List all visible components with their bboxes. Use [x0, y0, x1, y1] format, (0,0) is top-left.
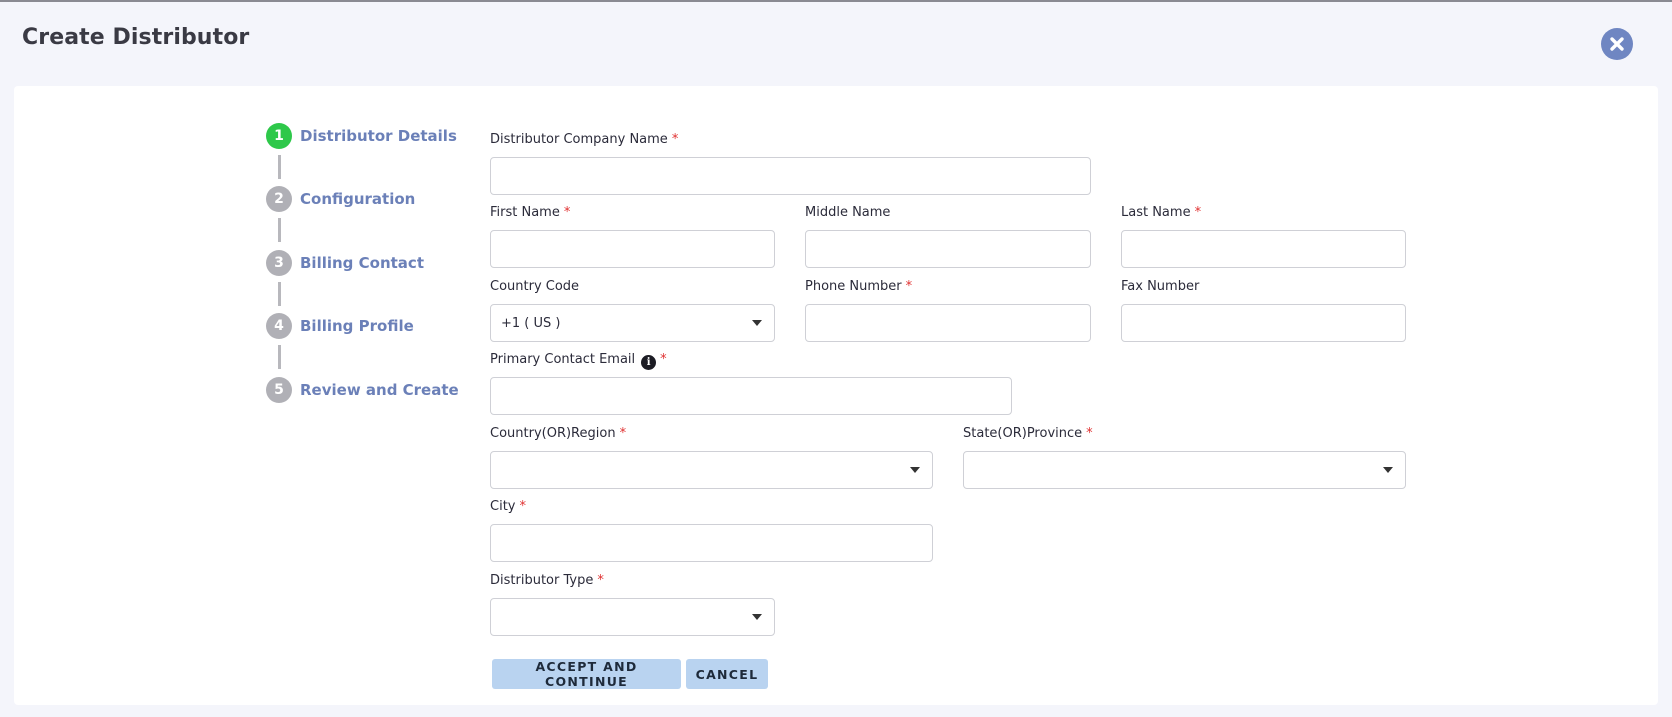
- page-title: Create Distributor: [22, 25, 250, 50]
- last-name-label: Last Name *: [1121, 205, 1201, 220]
- info-icon[interactable]: i: [641, 355, 657, 370]
- required-mark: *: [1194, 205, 1202, 220]
- company-name-label: Distributor Company Name *: [490, 132, 678, 147]
- phone-number-input[interactable]: [805, 304, 1091, 342]
- step-label: Review and Create: [300, 381, 459, 399]
- required-mark: *: [660, 352, 667, 367]
- phone-number-label: Phone Number *: [805, 279, 912, 294]
- caret-down-icon: [910, 467, 920, 473]
- fax-number-label: Fax Number: [1121, 279, 1199, 294]
- step-connector: [278, 218, 281, 242]
- label-text: Middle Name: [805, 205, 891, 220]
- step-billing-profile[interactable]: 4 Billing Profile: [266, 313, 414, 339]
- accept-and-continue-button[interactable]: ACCEPT AND CONTINUE: [492, 659, 681, 689]
- middle-name-label: Middle Name: [805, 205, 890, 220]
- primary-email-label: Primary Contact Email i *: [490, 352, 667, 370]
- required-mark: *: [519, 499, 526, 514]
- distributor-type-label: Distributor Type *: [490, 573, 604, 588]
- step-connector: [278, 155, 281, 179]
- label-text: City: [490, 499, 516, 514]
- step-number-badge: 5: [266, 377, 292, 403]
- step-connector: [278, 282, 281, 306]
- label-text: First Name: [490, 205, 560, 220]
- country-code-select[interactable]: +1 ( US ): [490, 304, 775, 342]
- label-text: Distributor Type: [490, 573, 594, 588]
- label-text: Fax Number: [1121, 279, 1200, 294]
- step-label: Billing Contact: [300, 254, 424, 272]
- step-number-badge: 2: [266, 186, 292, 212]
- first-name-label: First Name *: [490, 205, 570, 220]
- step-billing-contact[interactable]: 3 Billing Contact: [266, 250, 424, 276]
- label-text: Phone Number: [805, 279, 902, 294]
- cancel-button[interactable]: CANCEL: [686, 659, 768, 689]
- distributor-type-select[interactable]: [490, 598, 775, 636]
- caret-down-icon: [752, 320, 762, 326]
- step-number-badge: 1: [266, 123, 292, 149]
- label-text: Last Name: [1121, 205, 1191, 220]
- required-mark: *: [563, 205, 571, 220]
- required-mark: *: [671, 132, 679, 147]
- caret-down-icon: [752, 614, 762, 620]
- step-number-badge: 3: [266, 250, 292, 276]
- label-text: Country Code: [490, 279, 580, 294]
- required-mark: *: [905, 279, 913, 294]
- city-label: City *: [490, 499, 526, 514]
- close-icon: [1610, 37, 1624, 51]
- label-text: Country(OR)Region: [490, 426, 616, 441]
- step-distributor-details[interactable]: 1 Distributor Details: [266, 123, 457, 149]
- label-text: Distributor Company Name: [490, 132, 668, 147]
- state-province-select[interactable]: [963, 451, 1406, 489]
- country-region-label: Country(OR)Region *: [490, 426, 626, 441]
- country-region-select[interactable]: [490, 451, 933, 489]
- required-mark: *: [597, 573, 604, 588]
- step-label: Billing Profile: [300, 317, 414, 335]
- step-configuration[interactable]: 2 Configuration: [266, 186, 415, 212]
- first-name-input[interactable]: [490, 230, 775, 268]
- city-input[interactable]: [490, 524, 933, 562]
- middle-name-input[interactable]: [805, 230, 1091, 268]
- step-label: Configuration: [300, 190, 416, 208]
- fax-number-input[interactable]: [1121, 304, 1406, 342]
- last-name-input[interactable]: [1121, 230, 1406, 268]
- company-name-input[interactable]: [490, 157, 1091, 195]
- country-code-value: +1 ( US ): [501, 315, 561, 331]
- label-text: State(OR)Province: [963, 426, 1083, 441]
- caret-down-icon: [1383, 467, 1393, 473]
- required-mark: *: [619, 426, 627, 441]
- close-button[interactable]: [1601, 28, 1633, 60]
- label-text: Primary Contact Email: [490, 352, 636, 367]
- required-mark: *: [1086, 426, 1093, 441]
- state-province-label: State(OR)Province *: [963, 426, 1093, 441]
- step-number-badge: 4: [266, 313, 292, 339]
- step-label: Distributor Details: [300, 127, 457, 145]
- primary-email-input[interactable]: [490, 377, 1012, 415]
- country-code-label: Country Code: [490, 279, 579, 294]
- step-connector: [278, 345, 281, 369]
- step-review-and-create[interactable]: 5 Review and Create: [266, 377, 459, 403]
